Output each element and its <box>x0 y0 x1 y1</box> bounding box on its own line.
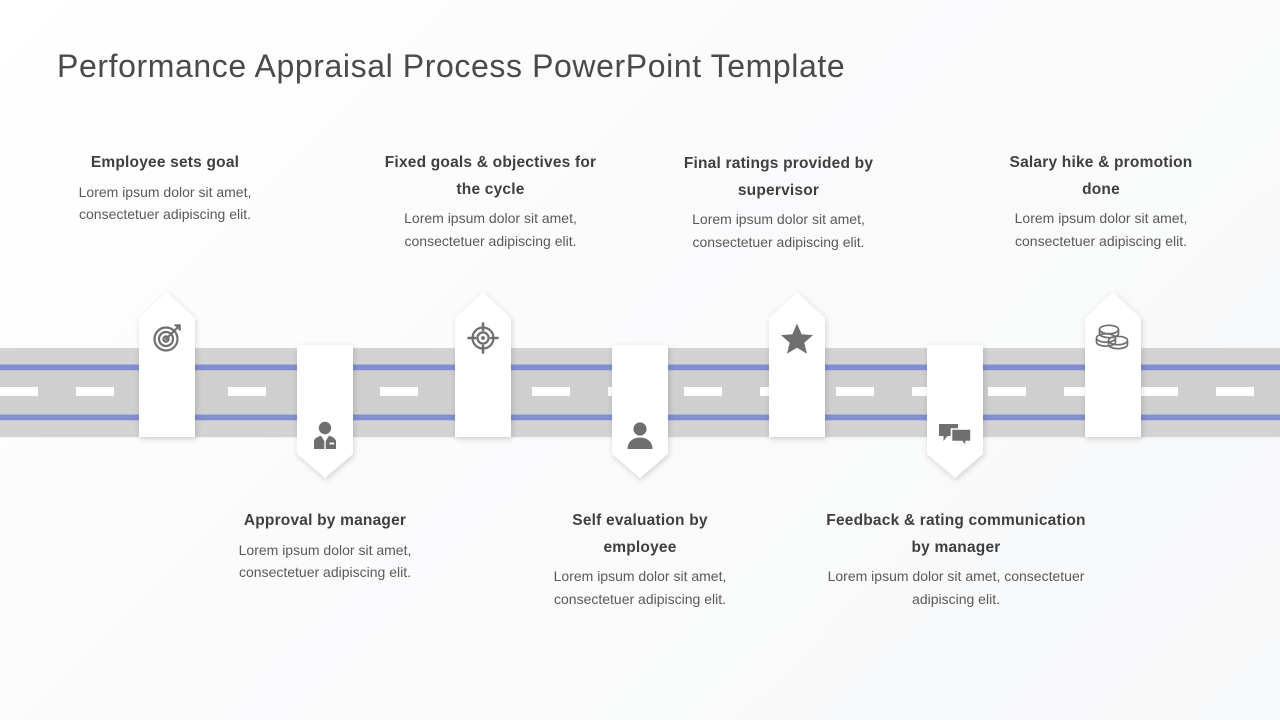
crosshair-icon <box>455 318 511 358</box>
step-body-4: Lorem ipsum dolor sit amet, consectetuer… <box>553 568 727 607</box>
step-body-1: Lorem ipsum dolor sit amet, consectetuer… <box>78 183 252 223</box>
step-marker-6[interactable] <box>927 345 983 478</box>
step-text-7: Salary hike & promotion done Lorem ipsum… <box>1002 150 1200 253</box>
marker-pin-7 <box>1085 292 1141 437</box>
marker-pin-2 <box>297 345 353 478</box>
step-body-3: Lorem ipsum dolor sit amet, consectetuer… <box>404 210 577 249</box>
marker-pin-3 <box>455 292 511 437</box>
target-arrow-icon <box>139 318 195 358</box>
user-icon <box>612 415 668 455</box>
step-heading-7: Salary hike & promotion done <box>1009 154 1193 198</box>
step-heading-6: Feedback & rating communication by manag… <box>826 512 1086 556</box>
step-marker-2[interactable] <box>297 345 353 478</box>
page-title: Performance Appraisal Process PowerPoint… <box>57 48 846 84</box>
step-marker-4[interactable] <box>612 345 668 478</box>
star-icon <box>769 318 825 358</box>
step-text-4: Self evaluation by employee Lorem ipsum … <box>540 508 740 611</box>
step-marker-3[interactable] <box>455 292 511 437</box>
step-heading-5: Final ratings provided by supervisor <box>683 155 874 199</box>
step-marker-5[interactable] <box>769 292 825 437</box>
marker-pin-1 <box>139 292 195 437</box>
step-heading-4: Self evaluation by employee <box>572 512 708 556</box>
step-body-6: Lorem ipsum dolor sit amet, consectetuer… <box>827 568 1085 607</box>
slide-canvas: Performance Appraisal Process PowerPoint… <box>0 0 1280 720</box>
step-text-2: Approval by manager Lorem ipsum dolor si… <box>225 508 425 584</box>
marker-pin-5 <box>769 292 825 437</box>
step-text-1: Employee sets goal Lorem ipsum dolor sit… <box>65 150 265 226</box>
step-body-5: Lorem ipsum dolor sit amet, consectetuer… <box>692 211 865 250</box>
marker-pin-4 <box>612 345 668 478</box>
coins-icon <box>1085 318 1141 358</box>
step-body-2: Lorem ipsum dolor sit amet, consectetuer… <box>238 541 412 581</box>
speech-bubbles-icon <box>927 415 983 455</box>
step-body-7: Lorem ipsum dolor sit amet, consectetuer… <box>1014 210 1188 249</box>
step-text-3: Fixed goals & objectives for the cycle L… <box>383 150 598 253</box>
step-heading-1: Employee sets goal <box>90 154 240 171</box>
step-text-5: Final ratings provided by supervisor Lor… <box>666 151 891 254</box>
businessman-icon <box>297 415 353 455</box>
step-text-6: Feedback & rating communication by manag… <box>826 508 1086 611</box>
step-heading-2: Approval by manager <box>243 512 407 529</box>
step-marker-7[interactable] <box>1085 292 1141 437</box>
step-marker-1[interactable] <box>139 292 195 437</box>
step-heading-3: Fixed goals & objectives for the cycle <box>384 154 597 198</box>
marker-pin-6 <box>927 345 983 478</box>
